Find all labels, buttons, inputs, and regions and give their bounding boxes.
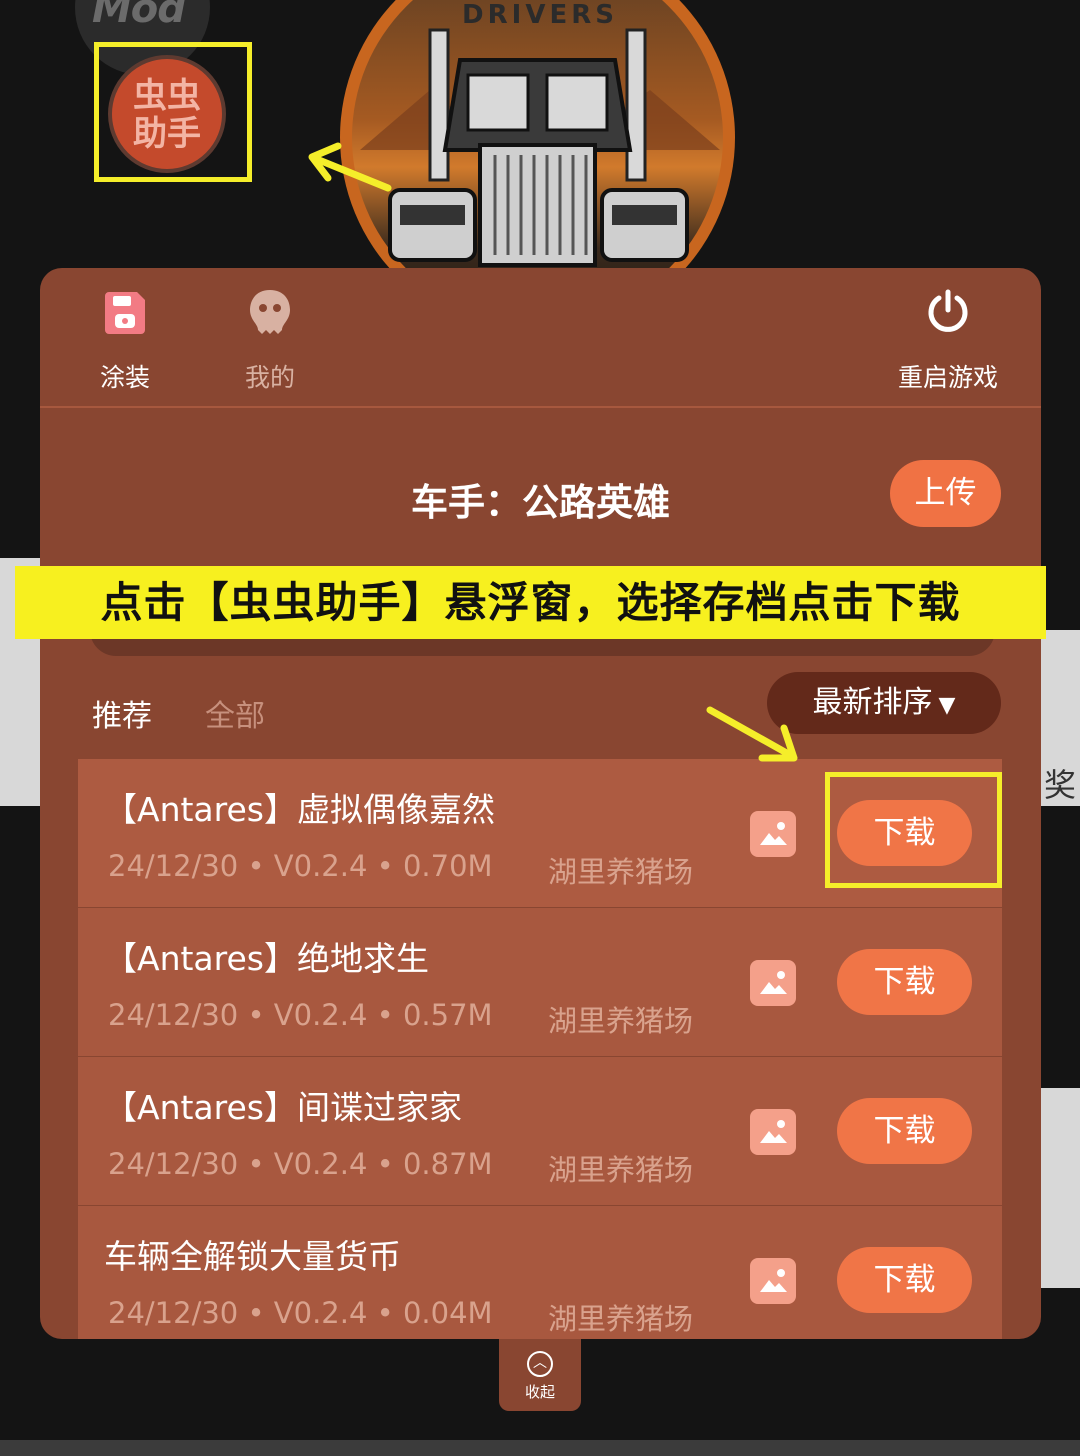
save-meta: 24/12/30 • V0.2.4 • 0.70M xyxy=(108,849,493,883)
download-button[interactable]: 下载 xyxy=(837,1247,972,1313)
save-meta: 24/12/30 • V0.2.4 • 0.57M xyxy=(108,998,493,1032)
assistant-highlight-box xyxy=(94,42,252,182)
collapse-button[interactable]: ︿ 收起 xyxy=(499,1339,581,1411)
save-author: 湖里养猪场 xyxy=(548,855,694,889)
download-button[interactable]: 下载 xyxy=(837,1098,972,1164)
arrow-to-download-icon xyxy=(706,706,798,762)
save-author: 湖里养猪场 xyxy=(548,1004,694,1038)
tab-mine[interactable]: 我的 xyxy=(215,288,325,394)
list-item[interactable]: 车辆全解锁大量货币 24/12/30 • V0.2.4 • 0.04M 湖里养猪… xyxy=(78,1206,1002,1339)
instruction-banner: 点击【虫虫助手】悬浮窗，选择存档点击下载 xyxy=(15,566,1046,639)
download-highlight-box xyxy=(825,772,1002,888)
background-side-text: 奖 xyxy=(1044,766,1077,804)
tab-skin[interactable]: 涂装 xyxy=(70,288,180,394)
filter-recommended[interactable]: 推荐 xyxy=(92,691,152,735)
list-item[interactable]: 【Antares】间谍过家家 24/12/30 • V0.2.4 • 0.87M… xyxy=(78,1057,1002,1205)
image-preview-icon[interactable] xyxy=(750,1258,796,1304)
image-preview-icon[interactable] xyxy=(750,811,796,857)
profile-icon xyxy=(246,288,294,336)
list-item[interactable]: 【Antares】绝地求生 24/12/30 • V0.2.4 • 0.57M … xyxy=(78,908,1002,1056)
upload-button[interactable]: 上传 xyxy=(890,460,1001,527)
save-meta: 24/12/30 • V0.2.4 • 0.04M xyxy=(108,1296,493,1330)
mod-label: Mod xyxy=(92,0,186,32)
tab-mine-label: 我的 xyxy=(244,363,295,392)
collapse-label: 收起 xyxy=(524,1383,555,1401)
tab-skin-label: 涂装 xyxy=(99,363,150,392)
save-author: 湖里养猪场 xyxy=(548,1153,694,1187)
image-preview-icon[interactable] xyxy=(750,960,796,1006)
arrow-to-assistant-icon xyxy=(308,142,392,192)
panel-tab-bar: 涂装 我的 重启游戏 xyxy=(40,268,1041,408)
power-icon xyxy=(924,288,972,336)
save-title: 【Antares】绝地求生 xyxy=(104,939,429,978)
save-title: 车辆全解锁大量货币 xyxy=(104,1237,401,1276)
background-panel-right: 奖 xyxy=(1040,630,1080,806)
restart-game-label: 重启游戏 xyxy=(897,363,998,392)
image-preview-icon[interactable] xyxy=(750,1109,796,1155)
save-author: 湖里养猪场 xyxy=(548,1302,694,1336)
caret-down-icon: ▼ xyxy=(938,693,956,718)
chevron-up-icon: ︿ xyxy=(527,1351,553,1377)
restart-game-button[interactable]: 重启游戏 xyxy=(888,288,1008,394)
download-button[interactable]: 下载 xyxy=(837,949,972,1015)
save-title: 【Antares】间谍过家家 xyxy=(104,1088,462,1127)
save-icon xyxy=(101,288,149,336)
save-title: 【Antares】虚拟偶像嘉然 xyxy=(104,790,495,829)
sort-label: 最新排序 xyxy=(812,685,933,720)
background-panel-right-lower xyxy=(1040,1088,1080,1288)
background-bottom xyxy=(0,1440,1080,1456)
filter-all[interactable]: 全部 xyxy=(205,691,265,735)
save-meta: 24/12/30 • V0.2.4 • 0.87M xyxy=(108,1147,493,1181)
